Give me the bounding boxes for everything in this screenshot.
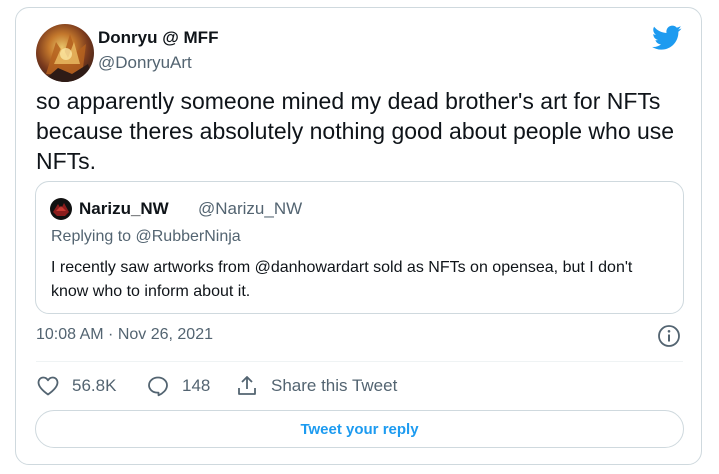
tweet-text: so apparently someone mined my dead brot… [36, 88, 675, 174]
like-count: 56.8K [72, 376, 117, 395]
quoted-tweet[interactable]: Narizu_NW @Narizu_NW Replying to @Rubber… [35, 181, 684, 314]
twitter-bird-icon[interactable] [652, 25, 682, 51]
heart-icon [37, 376, 59, 396]
quoted-author-avatar[interactable] [50, 198, 72, 220]
tweet-your-reply-button[interactable]: Tweet your reply [35, 410, 684, 448]
info-icon[interactable] [657, 324, 681, 348]
reply-count: 148 [182, 376, 211, 395]
quoted-author-handle[interactable]: @Narizu_NW [198, 199, 302, 219]
reply-button-label: Tweet your reply [300, 420, 419, 438]
share-upload-icon [238, 376, 256, 395]
speech-bubble-icon [148, 376, 168, 397]
author-avatar[interactable] [36, 24, 94, 82]
avatar-artwork [36, 34, 94, 82]
quoted-author-display-name[interactable]: Narizu_NW [79, 199, 169, 219]
reply-count-button[interactable]: 148 [146, 373, 210, 399]
share-button[interactable]: Share this Tweet [235, 373, 397, 399]
author-handle[interactable]: @DonryuArt [98, 53, 192, 73]
quoted-avatar-artwork [53, 203, 69, 216]
author-display-name[interactable]: Donryu @ MFF [98, 28, 218, 48]
embedded-tweet-card: Donryu @ MFF @DonryuArt so apparently so… [15, 7, 702, 465]
action-divider [36, 361, 683, 362]
tweet-timestamp[interactable]: 10:08 AM · Nov 26, 2021 [36, 326, 213, 344]
like-button[interactable]: 56.8K [36, 373, 116, 399]
quoted-tweet-text: I recently saw artworks from @danhowarda… [51, 259, 633, 300]
quoted-replying-to[interactable]: Replying to @RubberNinja [51, 228, 241, 246]
share-label: Share this Tweet [271, 376, 398, 395]
